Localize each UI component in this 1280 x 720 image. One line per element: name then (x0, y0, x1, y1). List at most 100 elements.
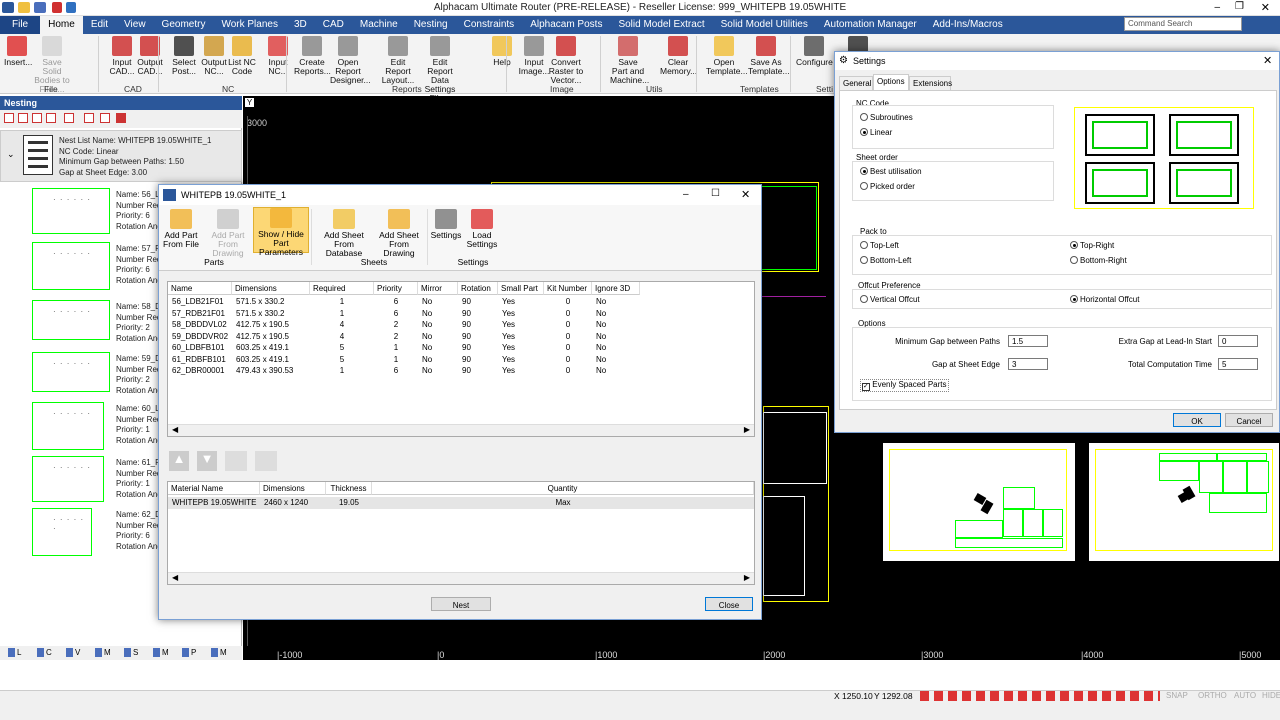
table-row[interactable]: WHITEPB 19.05WHITE 2460 x 1240 19.05 Max (168, 497, 754, 509)
panel-tab[interactable]: C (37, 648, 52, 657)
dialog-ribbon-button[interactable]: Settings (429, 209, 463, 240)
collapse-icon[interactable]: ⌄ (7, 149, 15, 160)
dialog-ribbon-button[interactable]: Add Part From Drawing (207, 209, 249, 258)
ribbon-button[interactable]: Create Reports... (294, 36, 331, 76)
ortho-toggle[interactable]: ORTHO (1198, 691, 1227, 700)
nest-tool-icon[interactable] (46, 113, 56, 123)
close-icon[interactable]: ✕ (741, 188, 750, 201)
menu-solid-model-utilities[interactable]: Solid Model Utilities (713, 16, 816, 34)
restore-icon[interactable]: ❐ (1235, 1, 1244, 12)
ribbon-button[interactable]: Input NC... (260, 36, 296, 76)
panel-tab[interactable]: M (211, 648, 227, 657)
stop-icon[interactable] (116, 113, 126, 123)
part-thumbnail[interactable]: · · · · · · (32, 242, 110, 290)
maximize-icon[interactable]: ☐ (711, 188, 720, 199)
close-button[interactable]: Close (705, 597, 753, 611)
nest-tool-icon[interactable] (100, 113, 110, 123)
radio-linear[interactable]: Linear (860, 128, 892, 137)
copy-sheet-icon[interactable] (255, 451, 277, 471)
edit-sheet-icon[interactable] (225, 451, 247, 471)
panel-tab[interactable]: S (124, 648, 138, 657)
tab-options[interactable]: Options (873, 74, 909, 90)
part-thumbnail[interactable]: · · · · · · (32, 352, 110, 392)
ribbon-button[interactable]: Save As Template... (748, 36, 790, 76)
horizontal-scrollbar[interactable]: ◀ ▶ (168, 572, 754, 584)
table-row[interactable]: 57_RDB21F01 571.5 x 330.2 1 6 No 90 Yes 0 No (168, 309, 754, 320)
menu-automation-manager[interactable]: Automation Manager (816, 16, 925, 34)
menu-add-ins-macros[interactable]: Add-Ins/Macros (925, 16, 1011, 34)
nest-tool-icon[interactable] (64, 113, 74, 123)
menu-machine[interactable]: Machine (352, 16, 406, 34)
menu-3d[interactable]: 3D (286, 16, 315, 34)
table-row[interactable]: 58_DBDDVL02 412.75 x 190.5 4 2 No 90 Yes 0 No (168, 320, 754, 331)
parts-column-header[interactable]: Kit Number (544, 282, 592, 295)
panel-tab[interactable]: L (8, 648, 21, 657)
radio-top-left[interactable]: Top-Left (860, 241, 899, 250)
ribbon-button[interactable]: Configure (796, 36, 833, 67)
menu-solid-model-extract[interactable]: Solid Model Extract (610, 16, 712, 34)
command-search-input[interactable]: Command Search (1124, 17, 1242, 31)
menu-geometry[interactable]: Geometry (154, 16, 214, 34)
ribbon-button[interactable]: Output CAD... (132, 36, 168, 76)
ribbon-button[interactable]: Input Image... (516, 36, 552, 76)
part-thumbnail[interactable]: · · · · · · (32, 300, 110, 340)
part-thumbnail[interactable]: · · · · · · (32, 508, 92, 556)
snap-tools[interactable] (920, 691, 1160, 701)
tab-extensions[interactable]: Extensions (909, 76, 952, 90)
nest-tool-icon[interactable] (32, 113, 42, 123)
part-thumbnail[interactable]: · · · · · · (32, 188, 110, 234)
radio-vertical-offcut[interactable]: Vertical Offcut (860, 295, 920, 304)
dialog-ribbon-button[interactable]: Show / Hide Part Parameters (253, 207, 309, 257)
menu-edit[interactable]: Edit (83, 16, 116, 34)
radio-subroutines[interactable]: Subroutines (860, 113, 913, 122)
nest-button[interactable]: Nest (431, 597, 491, 611)
table-row[interactable]: 59_DBDDVR02 412.75 x 190.5 4 2 No 90 Yes 0 No (168, 332, 754, 343)
ribbon-button[interactable]: Open Report Designer... (330, 36, 371, 85)
part-thumbnail[interactable]: · · · · · · (32, 402, 104, 450)
menu-file[interactable]: File (0, 16, 41, 34)
parts-column-header[interactable]: Mirror (418, 282, 458, 295)
menu-work-planes[interactable]: Work Planes (213, 16, 286, 34)
parts-column-header[interactable]: Ignore 3D (592, 282, 640, 295)
nest-tool-icon[interactable] (84, 113, 94, 123)
close-icon[interactable]: ✕ (1263, 54, 1272, 67)
panel-tab[interactable]: P (182, 648, 196, 657)
part-thumbnail[interactable]: · · · · · · (32, 456, 104, 502)
sheets-grid[interactable]: Material Name Dimensions Thickness Quantity… (167, 481, 755, 585)
ribbon-button[interactable]: Edit Report Layout... (380, 36, 416, 85)
gap-edge-input[interactable]: 3 (1008, 358, 1048, 370)
ribbon-button[interactable]: Insert... (4, 36, 32, 67)
radio-horizontal-offcut[interactable]: Horizontal Offcut (1070, 295, 1139, 304)
parts-column-header[interactable]: Rotation (458, 282, 498, 295)
ok-button[interactable]: OK (1173, 413, 1221, 427)
radio-bottom-right[interactable]: Bottom-Right (1070, 256, 1127, 265)
panel-tab[interactable]: M (95, 648, 111, 657)
move-up-icon[interactable]: ▲ (169, 451, 189, 471)
ribbon-button[interactable]: Edit Report Data Settings File... (422, 36, 458, 103)
nest-tool-icon[interactable] (4, 113, 14, 123)
sheet-column-header[interactable]: Thickness (326, 482, 372, 495)
ribbon-button[interactable]: Save Part and Machine... (610, 36, 649, 85)
table-row[interactable]: 60_LDBFB101 603.25 x 419.1 5 1 No 90 Yes 0 No (168, 343, 754, 354)
ribbon-button[interactable]: Open Template... (706, 36, 748, 76)
radio-picked-order[interactable]: Picked order (860, 182, 915, 191)
dialog-ribbon-button[interactable]: Add Sheet From Database (317, 209, 371, 258)
menu-alphacam-posts[interactable]: Alphacam Posts (522, 16, 610, 34)
panel-tab[interactable]: V (66, 648, 80, 657)
ribbon-button[interactable]: Convert Raster to Vector... (548, 36, 584, 85)
panel-tab[interactable]: M (153, 648, 169, 657)
parts-column-header[interactable]: Name (168, 282, 232, 295)
radio-bottom-left[interactable]: Bottom-Left (860, 256, 911, 265)
table-row[interactable]: 56_LDB21F01 571.5 x 330.2 1 6 No 90 Yes 0 No (168, 297, 754, 308)
horizontal-scrollbar[interactable]: ◀ ▶ (168, 424, 754, 436)
table-row[interactable]: 61_RDBFB101 603.25 x 419.1 5 1 No 90 Yes 0 No (168, 355, 754, 366)
sheet-column-header[interactable]: Dimensions (260, 482, 326, 495)
parts-column-header[interactable]: Required (310, 282, 374, 295)
min-gap-input[interactable]: 1.5 (1008, 335, 1048, 347)
parts-column-header[interactable]: Small Part (498, 282, 544, 295)
move-down-icon[interactable]: ▼ (197, 451, 217, 471)
parts-column-header[interactable]: Priority (374, 282, 418, 295)
parts-grid[interactable]: Name Dimensions Required Priority Mirror Rota… (167, 281, 755, 437)
sheet-column-header[interactable]: Material Name (168, 482, 260, 495)
ribbon-button[interactable]: List NC Code (224, 36, 260, 76)
